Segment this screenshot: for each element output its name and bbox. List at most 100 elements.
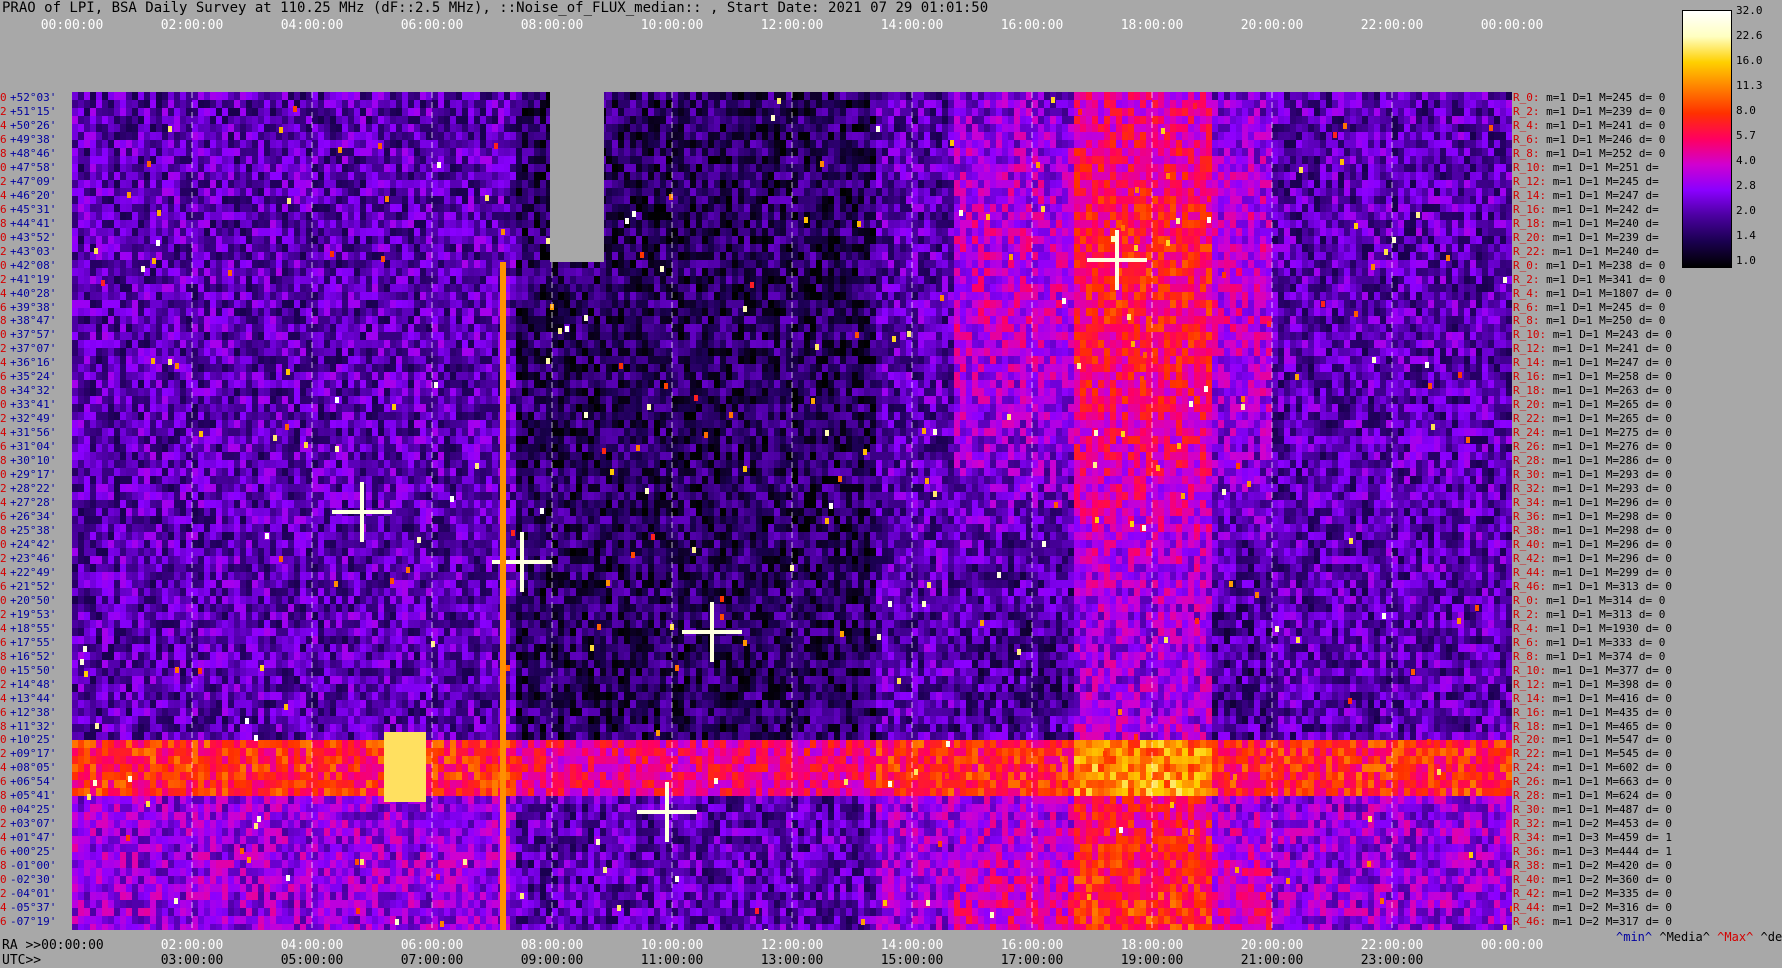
declination-label: 2 +32°49' [0,413,56,424]
top-tick: 00:00:00 [41,18,104,33]
row-stat: R_42: m=1 D=2 M=335 d= 0 [1513,888,1672,899]
row-index: 2 [0,106,10,117]
top-tick: 20:00:00 [1241,18,1304,33]
declination-label: 8 +05°41' [0,790,56,801]
colorbar-gradient [1683,11,1731,267]
declination-value: -05°37' [10,901,56,914]
declination-value: +38°47' [10,314,56,327]
declination-label: 0 +42°08' [0,260,56,271]
row-stat: R_22: m=1 D=1 M=265 d= 0 [1513,413,1672,424]
declination-label: 2 +09°17' [0,748,56,759]
top-tick: 14:00:00 [881,18,944,33]
declination-label: 2 +43°03' [0,246,56,257]
row-index: 0 [0,595,10,606]
top-tick: 08:00:00 [521,18,584,33]
row-stat: R_38: m=1 D=1 M=298 d= 0 [1513,525,1672,536]
row-index: 8 [0,218,10,229]
row-index: 8 [0,721,10,732]
utc-tick: 03:00:00 [161,953,224,968]
row-stat: R_0: m=1 D=1 M=245 d= 0 [1513,92,1665,103]
row-stat: R_20: m=1 D=1 M=239 d= [1513,232,1665,243]
colorbar-tick: 2.8 [1736,179,1756,192]
row-index: 8 [0,790,10,801]
row-index: 8 [0,525,10,536]
row-index: 6 [0,637,10,648]
declination-value: +47°58' [10,161,56,174]
row-stat: R_4: m=1 D=1 M=1930 d= 0 [1513,623,1672,634]
declination-label: 2 +14°48' [0,679,56,690]
declination-value: +27°28' [10,496,56,509]
declination-label: 4 +13°44' [0,693,56,704]
declination-value: +00°25' [10,845,56,858]
row-index: 4 [0,832,10,843]
row-index: 4 [0,902,10,913]
declination-value: +20°50' [10,594,56,607]
declination-label: 2 -04°01' [0,888,56,899]
declination-label: 2 +19°53' [0,609,56,620]
row-stat: R_2: m=1 D=1 M=313 d= 0 [1513,609,1665,620]
declination-value: +40°28' [10,287,56,300]
row-index: 2 [0,609,10,620]
heatmap-plot [72,92,1512,930]
top-tick: 02:00:00 [161,18,224,33]
row-stat: R_28: m=1 D=1 M=624 d= 0 [1513,790,1672,801]
ra-tick: 02:00:00 [161,938,224,953]
utc-tick: 19:00:00 [1121,953,1184,968]
row-index: 4 [0,120,10,131]
row-index: 8 [0,455,10,466]
row-index: 6 [0,707,10,718]
declination-label: 6 +12°38' [0,707,56,718]
colorbar-tick: 5.7 [1736,129,1756,142]
declination-label: 6 +06°54' [0,776,56,787]
declination-value: +47°09' [10,175,56,188]
declination-label: 4 +40°28' [0,288,56,299]
declination-label: 8 +30°10' [0,455,56,466]
declination-value: +50°26' [10,119,56,132]
declination-value: +31°56' [10,426,56,439]
declination-value: +06°54' [10,775,56,788]
row-stat: R_30: m=1 D=1 M=487 d= 0 [1513,804,1672,815]
declination-value: +05°41' [10,789,56,802]
declination-label: 4 +27°28' [0,497,56,508]
declination-label: 0 +29°17' [0,469,56,480]
declination-value: +19°53' [10,608,56,621]
colorbar-tick: 11.3 [1736,79,1763,92]
declination-label: 2 +41°19' [0,274,56,285]
utc-tick: 07:00:00 [401,953,464,968]
declination-value: +39°38' [10,301,56,314]
ra-tick: 20:00:00 [1241,938,1304,953]
declination-value: +44°41' [10,217,56,230]
declination-label: 6 +21°52' [0,581,56,592]
declination-value: +37°57' [10,328,56,341]
declination-label: 2 +23°46' [0,553,56,564]
data-gap [550,92,604,262]
row-index: 8 [0,385,10,396]
row-stat: R_22: m=1 D=1 M=240 d= [1513,246,1665,257]
row-index: 8 [0,148,10,159]
row-index: 0 [0,399,10,410]
row-stat: R_34: m=1 D=3 M=459 d= 1 [1513,832,1672,843]
ra-tick: 16:00:00 [1001,938,1064,953]
declination-label: 6 +49°38' [0,134,56,145]
row-stat: R_20: m=1 D=1 M=547 d= 0 [1513,734,1672,745]
declination-value: +52°03' [10,91,56,104]
ra-tick: 14:00:00 [881,938,944,953]
declination-label: 0 +52°03' [0,92,56,103]
colorbar-tick: 32.0 [1736,4,1763,17]
row-index: 0 [0,665,10,676]
declination-label: 0 +10°25' [0,734,56,745]
row-index: 6 [0,776,10,787]
declination-value: -04°01' [10,887,56,900]
row-index: 0 [0,734,10,745]
row-index: 0 [0,539,10,550]
ra-tick: 10:00:00 [641,938,704,953]
top-tick: 10:00:00 [641,18,704,33]
utc-tick: 09:00:00 [521,953,584,968]
declination-label: 6 +00°25' [0,846,56,857]
declination-label: 0 +24°42' [0,539,56,550]
declination-label: 0 +37°57' [0,329,56,340]
row-index: 4 [0,567,10,578]
declination-label: 2 +47°09' [0,176,56,187]
declination-value: +03°07' [10,817,56,830]
declination-label: 6 +39°38' [0,302,56,313]
